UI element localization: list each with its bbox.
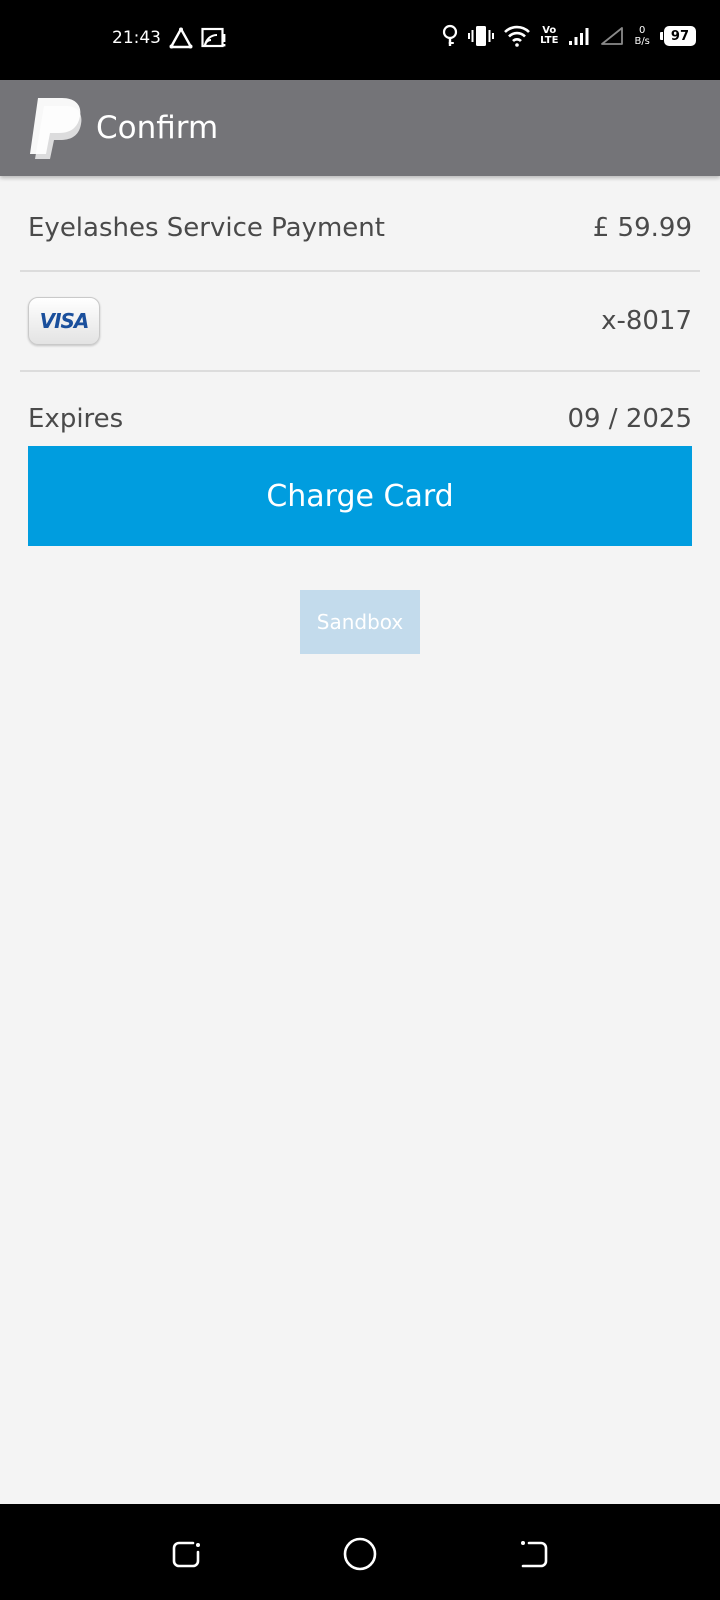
page-title: Confirm — [96, 110, 219, 146]
app-bar: Confirm — [0, 80, 720, 176]
net-speed-unit: B/s — [634, 36, 650, 47]
paypal-logo-icon — [26, 96, 84, 160]
back-icon[interactable] — [514, 1534, 554, 1574]
status-bar: 21:43 Vo LTE 0 B/s 97 — [0, 0, 720, 80]
battery-icon: 97 — [659, 26, 696, 46]
expires-label: Expires — [28, 404, 124, 434]
wifi-icon — [504, 25, 530, 47]
status-time: 21:43 — [112, 28, 161, 48]
visa-card-icon: VISA — [28, 297, 100, 345]
home-icon[interactable] — [340, 1534, 380, 1574]
volte-icon: Vo LTE — [540, 26, 558, 46]
alert-triangle-icon — [169, 27, 193, 49]
navigation-bar — [0, 1504, 720, 1600]
card-masked-number: x-8017 — [601, 306, 692, 336]
bulb-icon — [442, 24, 458, 48]
battery-cap — [659, 32, 663, 40]
payment-description: Eyelashes Service Payment — [28, 213, 385, 243]
no-signal-icon — [600, 26, 624, 46]
volte-bottom: LTE — [540, 35, 559, 46]
card-brand: VISA — [39, 309, 90, 333]
sandbox-badge: Sandbox — [300, 590, 420, 654]
payment-amount: £ 59.99 — [592, 213, 692, 243]
payment-summary-row: Eyelashes Service Payment £ 59.99 — [20, 200, 700, 256]
vibrate-icon — [468, 25, 495, 47]
status-left: 21:43 — [112, 27, 227, 49]
signal-icon — [568, 26, 590, 46]
charge-card-button[interactable]: Charge Card — [28, 446, 692, 546]
expires-row: Expires 09 / 2025 — [20, 396, 700, 442]
screencast-warning-icon — [201, 27, 227, 49]
battery-level: 97 — [663, 26, 696, 46]
expires-value: 09 / 2025 — [567, 404, 692, 434]
divider — [20, 270, 700, 272]
status-right: Vo LTE 0 B/s 97 — [442, 24, 696, 48]
net-speed-value: 0 — [638, 25, 646, 36]
card-row: VISA x-8017 — [20, 296, 700, 346]
divider — [20, 370, 700, 372]
recents-icon[interactable] — [166, 1534, 206, 1574]
net-speed-indicator: 0 B/s — [634, 25, 649, 47]
